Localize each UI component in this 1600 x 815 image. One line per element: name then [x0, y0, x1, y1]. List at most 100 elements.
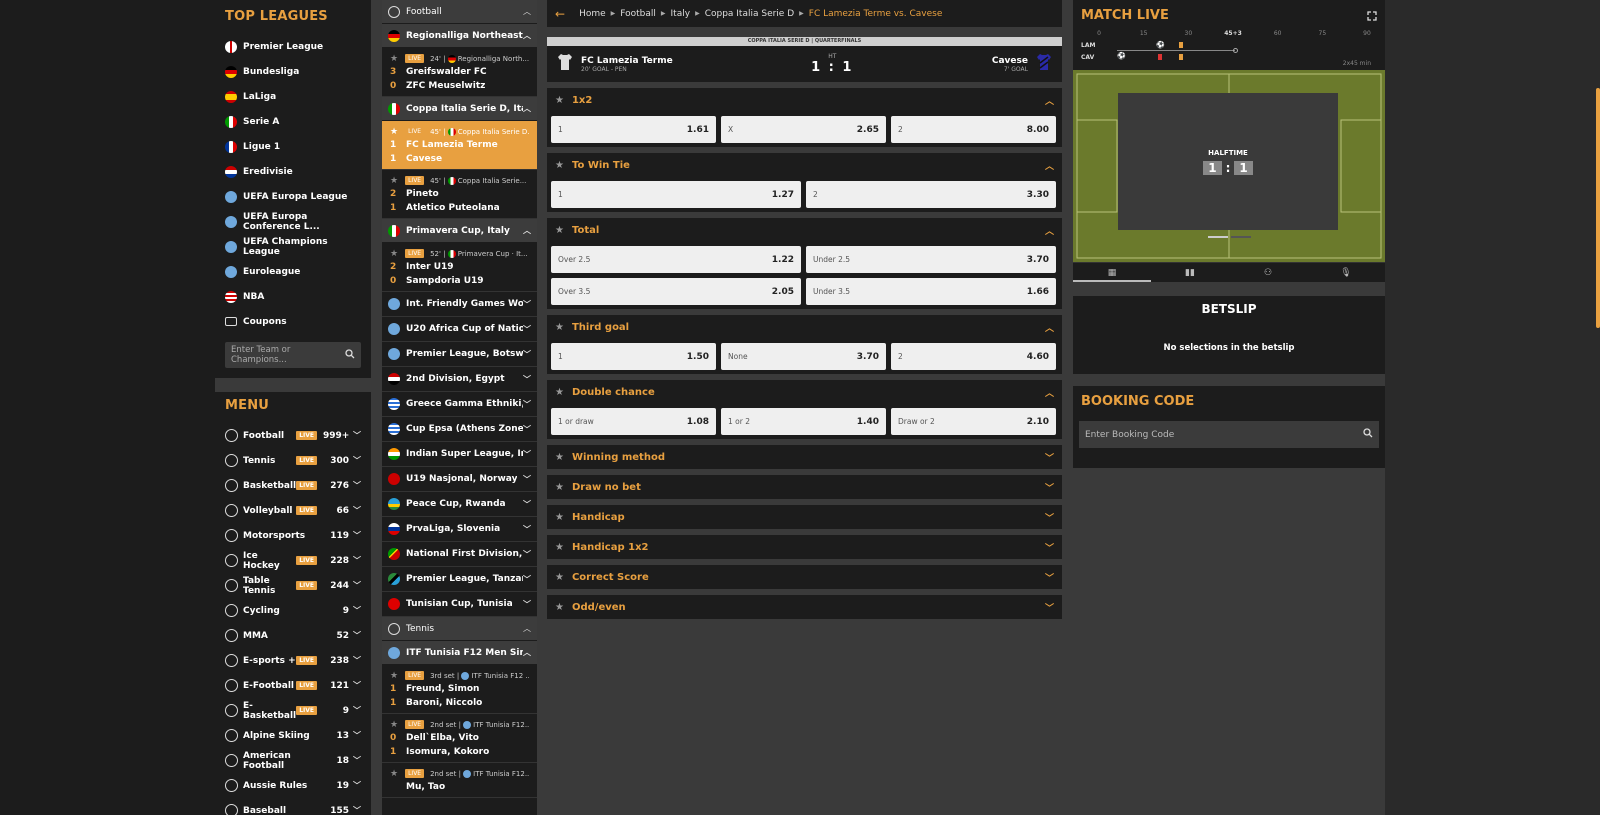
- favorite-star-icon[interactable]: ★: [555, 160, 564, 171]
- market-header[interactable]: ★ Draw no bet ﹀: [547, 475, 1062, 499]
- chevron-down-icon[interactable]: ﹀: [523, 374, 531, 385]
- chevron-down-icon[interactable]: ﹀: [353, 705, 361, 716]
- favorite-star-icon[interactable]: ★: [555, 322, 564, 333]
- odds-button[interactable]: X 2.65: [721, 116, 886, 143]
- chevron-down-icon[interactable]: ﹀: [1045, 481, 1054, 494]
- league-search-input[interactable]: Enter Team or Champions...: [225, 342, 361, 368]
- top-league-item[interactable]: NBA: [225, 284, 361, 309]
- odds-button[interactable]: 1 1.27: [551, 181, 801, 208]
- sport-menu-item[interactable]: Alpine Skiing 13 ﹀: [225, 723, 361, 748]
- favorite-star-icon[interactable]: ★: [555, 387, 564, 398]
- chevron-down-icon[interactable]: ﹀: [523, 349, 531, 360]
- chevron-up-icon[interactable]: ︿: [1045, 386, 1054, 399]
- favorite-star-icon[interactable]: ★: [555, 542, 564, 553]
- carousel-indicator[interactable]: [1231, 236, 1251, 238]
- sport-menu-item[interactable]: Basketball LIVE 276 ﹀: [225, 473, 361, 498]
- chevron-down-icon[interactable]: ﹀: [353, 480, 361, 491]
- odds-button[interactable]: 1 or 2 1.40: [721, 408, 886, 435]
- stats-tab-icon[interactable]: ▮▮: [1151, 268, 1229, 278]
- chevron-down-icon[interactable]: ﹀: [353, 780, 361, 791]
- top-league-item[interactable]: UEFA Europa Conference L...: [225, 209, 361, 234]
- back-arrow-icon[interactable]: ←: [555, 7, 565, 21]
- collapsed-group-row[interactable]: Peace Cup, Rwanda ﹀: [382, 492, 537, 517]
- page-scrollbar[interactable]: [1596, 88, 1600, 328]
- chevron-up-icon[interactable]: ︿: [523, 103, 531, 114]
- market-header[interactable]: ★ Correct Score ﹀: [547, 565, 1062, 589]
- match-row[interactable]: ★ LIVE 52' | Primavera Cup · It... 2 Inter …: [382, 243, 537, 292]
- collapsed-group-row[interactable]: PrvaLiga, Slovenia ﹀: [382, 517, 537, 542]
- chevron-down-icon[interactable]: ﹀: [523, 424, 531, 435]
- favorite-star-icon[interactable]: ★: [390, 249, 398, 259]
- chevron-down-icon[interactable]: ﹀: [1045, 451, 1054, 464]
- sport-menu-item[interactable]: E-sports + LIVE 238 ﹀: [225, 648, 361, 673]
- top-league-item[interactable]: Premier League: [225, 34, 361, 59]
- match-row[interactable]: ★ LIVE 24' | Regionalliga North... 3 Greifs…: [382, 48, 537, 97]
- chevron-down-icon[interactable]: ﹀: [353, 655, 361, 666]
- chevron-down-icon[interactable]: ﹀: [1045, 601, 1054, 614]
- commentary-tab-icon[interactable]: 🎙: [1307, 268, 1385, 278]
- match-row[interactable]: ★ LIVE 45' | Coppa Italia Serie... 2 Pineto…: [382, 170, 537, 219]
- top-league-item[interactable]: UEFA Champions League: [225, 234, 361, 259]
- chevron-down-icon[interactable]: ﹀: [353, 805, 361, 815]
- favorite-star-icon[interactable]: ★: [390, 769, 398, 779]
- chevron-up-icon[interactable]: ︿: [523, 225, 531, 236]
- chevron-down-icon[interactable]: ﹀: [353, 680, 361, 691]
- sport-menu-item[interactable]: Tennis LIVE 300 ﹀: [225, 448, 361, 473]
- chevron-down-icon[interactable]: ﹀: [353, 605, 361, 616]
- chevron-down-icon[interactable]: ﹀: [523, 574, 531, 585]
- chevron-down-icon[interactable]: ﹀: [523, 499, 531, 510]
- market-header[interactable]: ★ To Win Tie ︿: [547, 153, 1062, 177]
- sport-header-football[interactable]: Football ︿: [382, 0, 537, 24]
- sport-menu-item[interactable]: E-Basketball LIVE 9 ﹀: [225, 698, 361, 723]
- top-league-item[interactable]: Euroleague: [225, 259, 361, 284]
- match-row[interactable]: ★ LIVE 2nd set | ITF Tunisia F12... Mu, Tao: [382, 763, 537, 798]
- chevron-up-icon[interactable]: ︿: [523, 6, 531, 17]
- sport-menu-item[interactable]: Cycling 9 ﹀: [225, 598, 361, 623]
- chevron-down-icon[interactable]: ﹀: [523, 299, 531, 310]
- chevron-down-icon[interactable]: ﹀: [523, 599, 531, 610]
- breadcrumb-link[interactable]: Football: [620, 9, 656, 19]
- collapsed-group-row[interactable]: Greece Gamma Ethniki, ...﹀: [382, 392, 537, 417]
- chevron-down-icon[interactable]: ﹀: [523, 399, 531, 410]
- chevron-up-icon[interactable]: ︿: [523, 647, 531, 658]
- chevron-down-icon[interactable]: ﹀: [523, 324, 531, 335]
- odds-button[interactable]: 1 1.50: [551, 343, 716, 370]
- market-header[interactable]: ★ 1x2 ︿: [547, 88, 1062, 112]
- odds-button[interactable]: 1 or draw 1.08: [551, 408, 716, 435]
- top-league-item[interactable]: Ligue 1: [225, 134, 361, 159]
- favorite-star-icon[interactable]: ★: [555, 452, 564, 463]
- favorite-star-icon[interactable]: ★: [555, 572, 564, 583]
- odds-button[interactable]: Over 2.5 1.22: [551, 246, 801, 273]
- chevron-up-icon[interactable]: ︿: [523, 623, 531, 634]
- sport-menu-item[interactable]: MMA 52 ﹀: [225, 623, 361, 648]
- chevron-down-icon[interactable]: ﹀: [523, 449, 531, 460]
- favorite-star-icon[interactable]: ★: [390, 127, 398, 137]
- chevron-down-icon[interactable]: ﹀: [353, 555, 361, 566]
- favorite-star-icon[interactable]: ★: [390, 720, 398, 730]
- favorite-star-icon[interactable]: ★: [555, 512, 564, 523]
- top-league-item[interactable]: Serie A: [225, 109, 361, 134]
- top-league-item[interactable]: LaLiga: [225, 84, 361, 109]
- chevron-up-icon[interactable]: ︿: [1045, 94, 1054, 107]
- chevron-down-icon[interactable]: ﹀: [353, 530, 361, 541]
- chevron-down-icon[interactable]: ﹀: [353, 580, 361, 591]
- chevron-down-icon[interactable]: ﹀: [353, 755, 361, 766]
- market-header[interactable]: ★ Handicap ﹀: [547, 505, 1062, 529]
- sport-menu-item[interactable]: Aussie Rules 19 ﹀: [225, 773, 361, 798]
- group-header-primavera[interactable]: Primavera Cup, Italy ︿: [382, 219, 537, 243]
- market-header[interactable]: ★ Handicap 1x2 ﹀: [547, 535, 1062, 559]
- chevron-up-icon[interactable]: ︿: [1045, 321, 1054, 334]
- market-header[interactable]: ★ Total ︿: [547, 218, 1062, 242]
- favorite-star-icon[interactable]: ★: [555, 602, 564, 613]
- odds-button[interactable]: Over 3.5 2.05: [551, 278, 801, 305]
- chevron-down-icon[interactable]: ﹀: [353, 455, 361, 466]
- breadcrumb-link[interactable]: Italy: [671, 9, 691, 19]
- expand-icon[interactable]: [1367, 6, 1377, 25]
- favorite-star-icon[interactable]: ★: [555, 482, 564, 493]
- top-league-item[interactable]: Coupons: [225, 309, 361, 334]
- collapsed-group-row[interactable]: U19 Nasjonal, Norway ﹀: [382, 467, 537, 492]
- breadcrumb-link[interactable]: Home: [579, 9, 606, 19]
- odds-button[interactable]: 1 1.61: [551, 116, 716, 143]
- collapsed-group-row[interactable]: National First Division, ... ﹀: [382, 542, 537, 567]
- chevron-down-icon[interactable]: ﹀: [523, 524, 531, 535]
